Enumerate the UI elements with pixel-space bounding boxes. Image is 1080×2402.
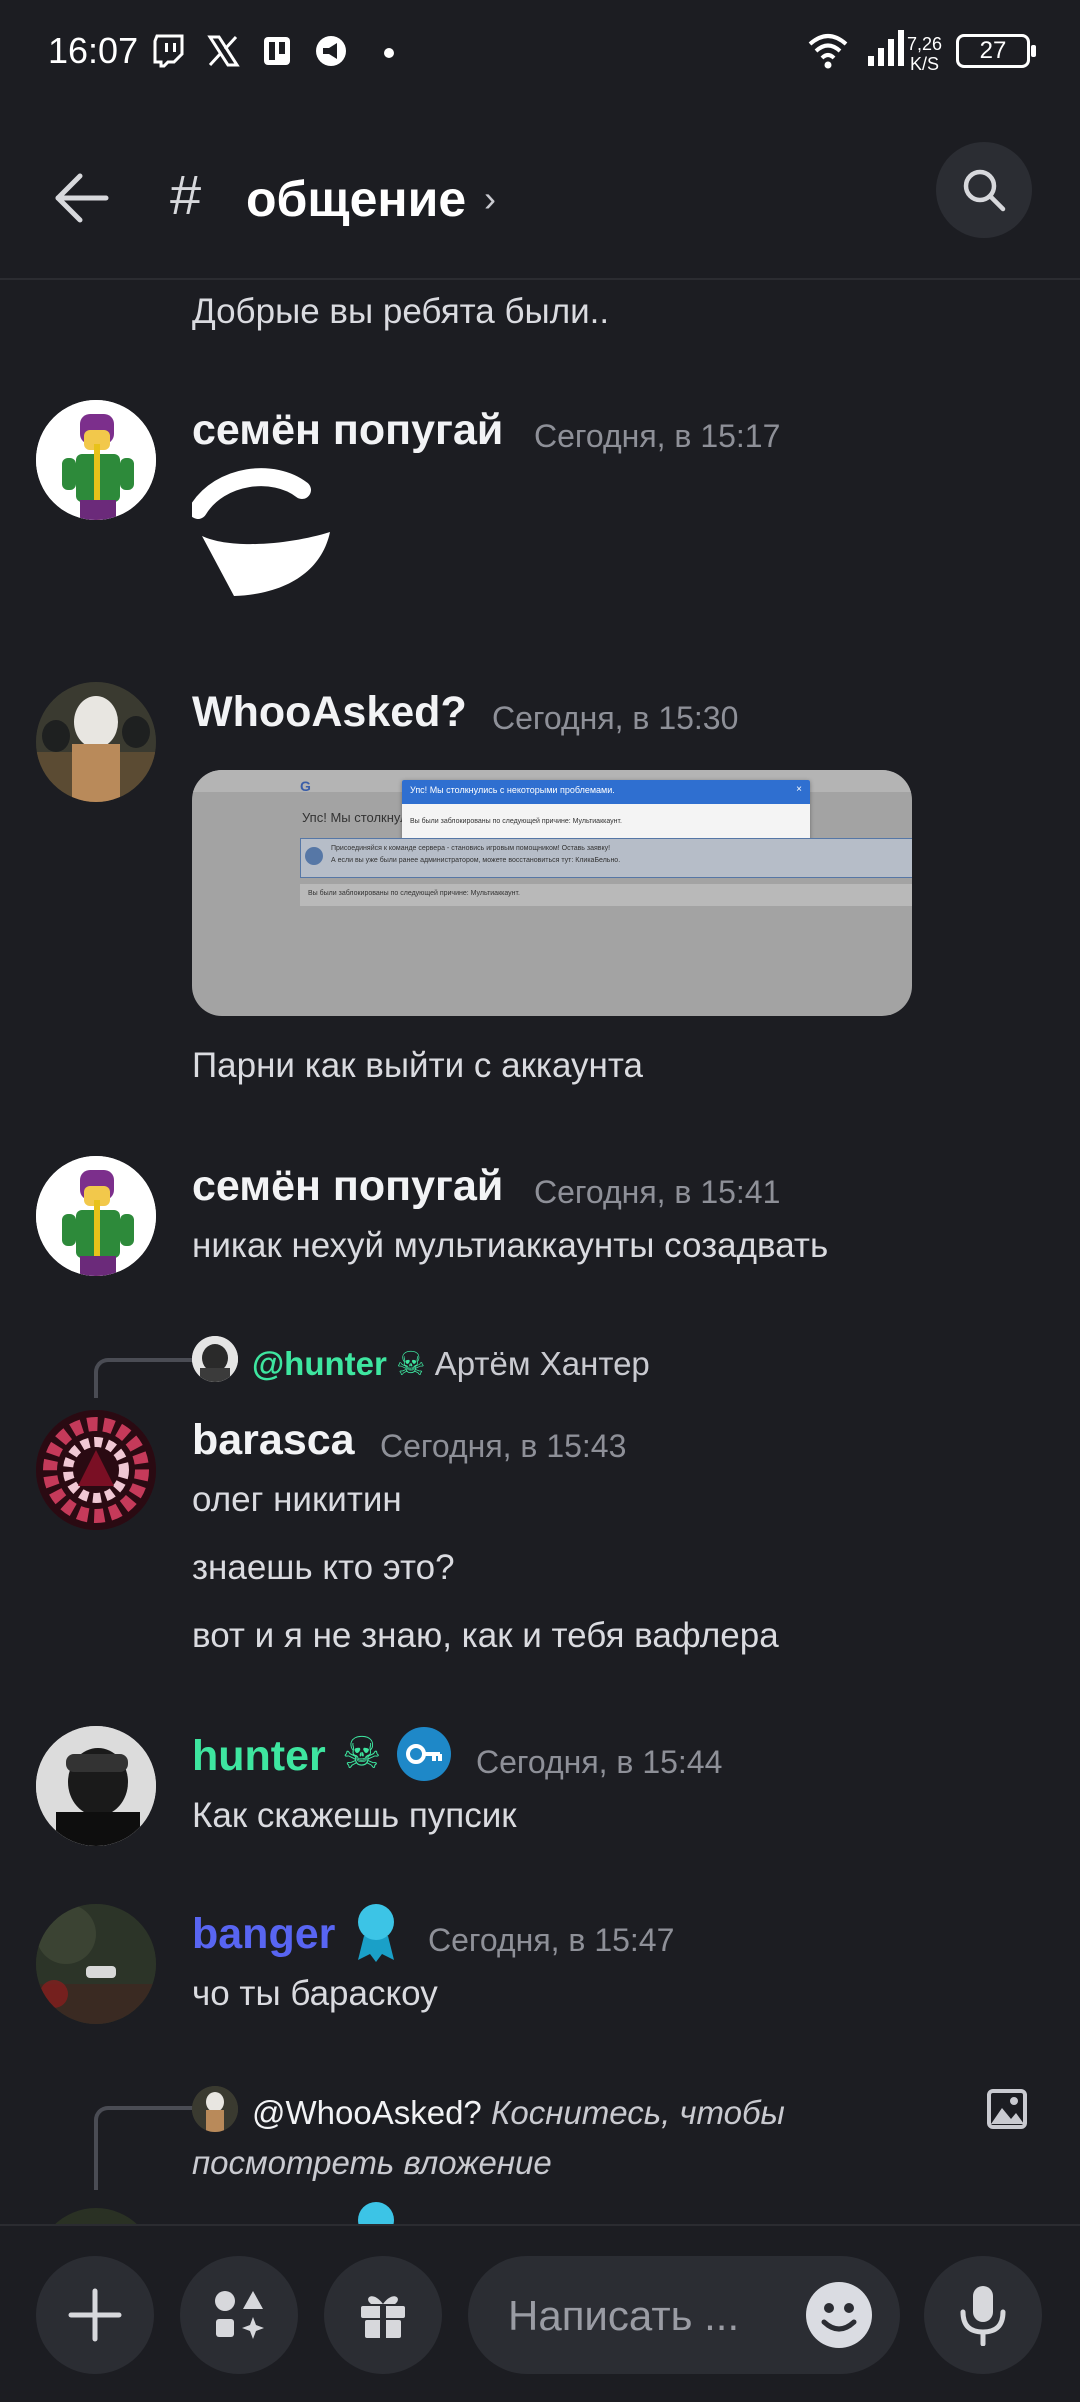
avatar[interactable] — [36, 1726, 156, 1846]
avatar[interactable] — [36, 2208, 156, 2224]
wifi-icon — [808, 34, 848, 69]
voting-app-icon — [264, 37, 290, 65]
author-name[interactable]: banger — [192, 1910, 335, 1959]
battery-level: 27 — [979, 37, 1007, 64]
smile-face — [821, 2303, 857, 2332]
message-text: Как скажешь пупсик — [192, 1796, 517, 1835]
timestamp: Сегодня, в 15:17 — [534, 418, 781, 454]
image-attachment-icon — [987, 2089, 1027, 2129]
avatar-image — [36, 1156, 156, 1276]
message-text: знаешь кто это? — [192, 1548, 455, 1587]
message-text: Добрые вы ребята были.. — [192, 292, 610, 331]
timestamp: Сегодня, в 15:41 — [534, 1174, 781, 1210]
reply-avatar[interactable] — [192, 1336, 238, 1382]
add-button[interactable] — [36, 2256, 154, 2374]
author-name[interactable]: WhooAsked? — [192, 688, 467, 737]
dialog-title: Упс! Мы столкнулись с некоторыми проблем… — [410, 785, 615, 795]
info-banner: Присоединяйся к команде сервера - станов… — [300, 838, 912, 878]
reply-avatar[interactable] — [192, 2086, 238, 2132]
image-attachment[interactable]: G Упс! Мы столкнул Упс! Мы столкнулись с… — [192, 770, 912, 1016]
avatar-image — [36, 1726, 156, 1846]
ribbon-badge-icon — [358, 2202, 394, 2224]
dialog-close-icon: × — [796, 784, 802, 795]
channel-header: # общение › — [0, 110, 1080, 280]
timestamp: Сегодня, в 15:43 — [380, 1428, 627, 1464]
battery-icon: 27 — [956, 34, 1036, 68]
skull-role-icon: ☠ — [396, 1345, 426, 1382]
author-name[interactable]: hunter — [192, 1732, 326, 1781]
message-input-placeholder: Написать ... — [508, 2292, 740, 2339]
reply-snippet: Артём Хантер — [434, 1345, 650, 1382]
apps-button[interactable] — [180, 2256, 298, 2374]
message-text: олег никитин — [192, 1480, 402, 1519]
timestamp: Сегодня, в 15:44 — [476, 1744, 723, 1780]
reply-snippet: посмотреть вложение — [192, 2144, 552, 2181]
gift-button[interactable] — [324, 2256, 442, 2374]
message-text: Парни как выйти с аккаунта — [192, 1046, 643, 1085]
reply-mention[interactable]: @hunter — [252, 1345, 387, 1382]
avatar[interactable] — [36, 1410, 156, 1530]
channel-title[interactable]: общение — [246, 170, 466, 228]
timestamp: Сегодня, в 15:30 — [492, 700, 739, 736]
message-text: никак нехуй мультиаккаунты созадвать — [192, 1226, 829, 1265]
status-bar: 16:07 7,26 K/S 27 — [0, 0, 1080, 110]
page-heading: Упс! Мы столкнул — [302, 810, 408, 825]
search-icon — [963, 169, 1006, 212]
message-feed[interactable]: Добрые вы ребята были.. семён попугай Се… — [0, 280, 1080, 2224]
author-name[interactable]: семён попугай — [192, 1162, 503, 1211]
avatar-image — [36, 1410, 156, 1530]
reply-preview[interactable]: @hunter ☠ Артём Хантер — [252, 1344, 650, 1383]
avatar-image — [192, 1336, 238, 1382]
message-text: чо ты бараскоу — [192, 1974, 438, 2013]
dialog: Упс! Мы столкнулись с некоторыми проблем… — [402, 780, 810, 842]
gif-image[interactable] — [192, 468, 336, 604]
plus-icon — [68, 2288, 122, 2342]
ribbon-badge-icon[interactable] — [354, 1902, 398, 1962]
info-line: А если вы уже были ранее администратором… — [331, 857, 621, 864]
x-icon — [207, 35, 240, 67]
key-badge-icon[interactable] — [396, 1726, 452, 1782]
apps-icon — [215, 2291, 264, 2339]
dialog-body: Вы были заблокированы по следующей причи… — [410, 818, 622, 825]
ban-line: Вы были заблокированы по следующей причи… — [308, 890, 520, 897]
reply-preview[interactable]: @WhooAsked? Коснитесь, чтобы — [252, 2094, 785, 2132]
twitch-icon — [153, 34, 184, 68]
voice-button[interactable] — [924, 2256, 1042, 2374]
author-name[interactable]: barasca — [192, 1416, 355, 1465]
megaphone-icon — [316, 36, 346, 66]
avatar-image — [192, 2086, 238, 2132]
net-speed-value: 7,26 — [906, 34, 942, 54]
message-text: вот и я не знаю, как и тебя вафлера — [192, 1616, 779, 1655]
notification-dot — [384, 48, 394, 58]
avatar[interactable] — [36, 682, 156, 802]
info-line: Присоединяйся к команде сервера - станов… — [331, 845, 611, 852]
avatar-image — [36, 1904, 156, 2024]
search-button[interactable] — [936, 142, 1032, 238]
net-speed: 7,26 K/S — [907, 34, 942, 74]
hash-icon: # — [170, 163, 202, 226]
reply-mention[interactable]: @WhooAsked? — [252, 2094, 482, 2131]
avatar[interactable] — [36, 1156, 156, 1276]
signal-icon — [868, 30, 904, 66]
timestamp: Сегодня, в 15:47 — [428, 1922, 675, 1958]
reply-connector — [94, 2106, 194, 2190]
reply-connector — [94, 1358, 194, 1398]
avatar[interactable] — [36, 400, 156, 520]
reply-snippet: Коснитесь, чтобы — [490, 2094, 785, 2131]
chevron-right-icon[interactable]: › — [484, 178, 496, 220]
gift-icon — [361, 2296, 405, 2338]
clock: 16:07 — [48, 30, 139, 71]
emoji-icon[interactable] — [806, 2282, 872, 2348]
avatar-image — [36, 400, 156, 520]
avatar[interactable] — [36, 1904, 156, 2024]
composer-bar: Написать ... — [0, 2224, 1080, 2402]
ban-banner: Вы были заблокированы по следующей причи… — [300, 884, 912, 906]
avatar-image — [36, 682, 156, 802]
back-arrow-icon[interactable] — [52, 168, 112, 228]
skull-role-icon: ☠ — [342, 1729, 382, 1778]
microphone-icon — [960, 2286, 1006, 2346]
net-speed-unit: K/S — [909, 54, 939, 74]
author-name[interactable]: семён попугай — [192, 406, 503, 455]
message-input[interactable]: Написать ... — [468, 2256, 900, 2374]
